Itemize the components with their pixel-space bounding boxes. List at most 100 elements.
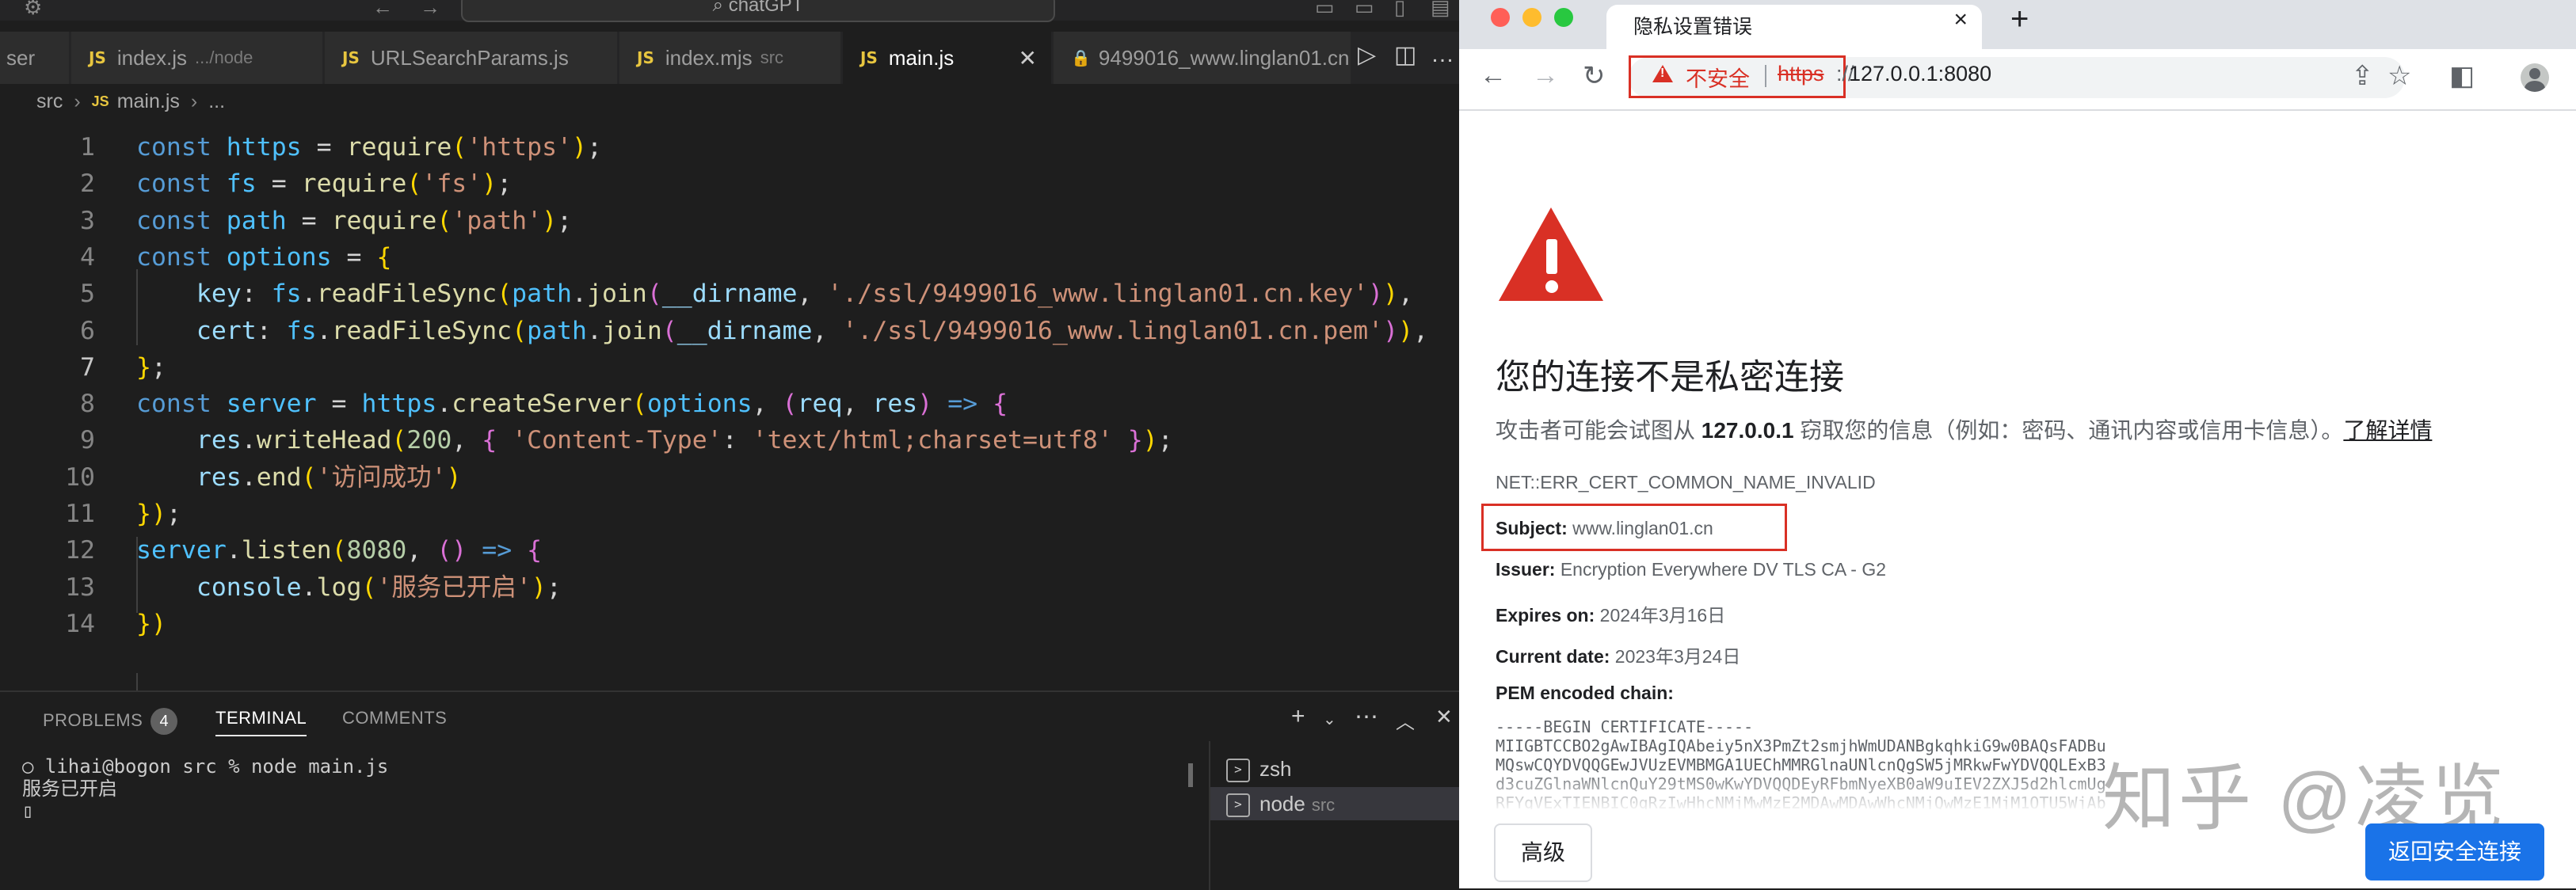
- terminal-line: 服务已开启: [22, 778, 388, 800]
- desc-prefix: 攻击者可能会试图从: [1496, 418, 1701, 443]
- code-editor[interactable]: 1const https = require('https');2const f…: [0, 119, 1459, 689]
- more-icon[interactable]: ⋯: [1355, 703, 1378, 731]
- code-line[interactable]: 7};: [0, 348, 1459, 386]
- learn-more-link[interactable]: 了解详情: [2343, 418, 2432, 443]
- code-line[interactable]: 1const https = require('https');: [0, 128, 1459, 166]
- cert-expires: Expires on: 2024年3月16日: [1496, 600, 1725, 627]
- breadcrumb: src › JS main.js › ...: [0, 84, 1459, 119]
- line-number: 2: [48, 165, 95, 203]
- panel-toggle-icon[interactable]: ▭: [1355, 0, 1374, 20]
- code-line[interactable]: 8const server = https.createServer(optio…: [0, 385, 1459, 423]
- tab-index-mjs[interactable]: JS index.mjs src: [619, 32, 841, 84]
- code-line[interactable]: 12server.listen(8080, () => {: [0, 531, 1459, 569]
- close-icon[interactable]: ×: [1953, 6, 1968, 33]
- editor-tab-bar: ser JS index.js .../node JS URLSearchPar…: [0, 32, 1459, 84]
- tab-description: src: [760, 48, 783, 68]
- tab-title: 隐私设置错误: [1633, 11, 1752, 40]
- code-line[interactable]: 11});: [0, 495, 1459, 533]
- chevron-down-icon[interactable]: ⌄: [1323, 709, 1336, 729]
- minimize-window-button[interactable]: [1522, 8, 1541, 27]
- terminal-item-node[interactable]: >nodesrc: [1210, 787, 1461, 820]
- desc-suffix: 窃取您的信息（例如：密码、通讯内容或信用卡信息）。: [1794, 418, 2344, 443]
- chevron-right-icon: ›: [191, 90, 197, 113]
- code-line[interactable]: 3const path = require('path');: [0, 202, 1459, 240]
- terminal-icon: >: [1226, 759, 1250, 782]
- cert-current-date: Current date: 2023年3月24日: [1496, 641, 1740, 668]
- code-line[interactable]: 2const fs = require('fs');: [0, 165, 1459, 203]
- close-icon[interactable]: ✕: [1019, 45, 1037, 71]
- code-line[interactable]: 5 key: fs.readFileSync(path.join(__dirna…: [0, 275, 1459, 313]
- close-panel-icon[interactable]: ✕: [1435, 705, 1453, 729]
- browser-tab[interactable]: 隐私设置错误 ×: [1606, 5, 1982, 49]
- url-host: 127.0.0.1:8080: [1849, 62, 1991, 86]
- command-center[interactable]: ⌕ chatGPT: [461, 0, 1055, 22]
- breadcrumb-folder[interactable]: src: [36, 90, 63, 113]
- add-terminal-icon[interactable]: +: [1291, 703, 1305, 730]
- new-tab-button[interactable]: +: [2010, 2, 2029, 37]
- code-text: server.listen(8080, () => {: [136, 531, 542, 569]
- code-line[interactable]: 4const options = {: [0, 238, 1459, 276]
- security-label[interactable]: 不安全: [1686, 62, 1750, 93]
- terminal-line: ○ lihai@bogon src % node main.js: [22, 755, 388, 778]
- code-line[interactable]: 6 cert: fs.readFileSync(path.join(__dirn…: [0, 312, 1459, 350]
- forward-icon[interactable]: →: [1532, 60, 1559, 91]
- tab-problems[interactable]: PROBLEMS 4: [43, 708, 177, 735]
- chrome-window: 隐私设置错误 × + ← → ↻ 不安全 https :// 127.0.0.1…: [1459, 0, 2576, 888]
- title-bar: ⚙ ← → ⌕ chatGPT ▭ ▭ ▯ ▤: [0, 0, 1459, 21]
- js-file-icon: JS: [89, 48, 106, 67]
- back-arrow-icon[interactable]: ←: [372, 0, 393, 20]
- tab-ser[interactable]: ser: [0, 32, 70, 84]
- profile-avatar[interactable]: [2521, 63, 2549, 92]
- tab-index-js[interactable]: JS index.js .../node: [71, 32, 323, 84]
- code-line[interactable]: 9 res.writeHead(200, { 'Content-Type': '…: [0, 421, 1459, 459]
- tab-certificate[interactable]: 🔒 9499016_www.linglan01.cn: [1054, 32, 1351, 84]
- problems-count-badge: 4: [151, 708, 177, 735]
- close-window-button[interactable]: [1491, 8, 1510, 27]
- js-file-icon: JS: [342, 48, 360, 67]
- bookmark-star-icon[interactable]: ☆: [2387, 60, 2411, 92]
- terminal-item-zsh[interactable]: > zsh: [1210, 752, 1461, 785]
- desc-host: 127.0.0.1: [1701, 418, 1794, 443]
- warning-icon[interactable]: [1652, 65, 1673, 82]
- code-text: };: [136, 348, 166, 386]
- terminal-label: node: [1259, 792, 1305, 816]
- error-description: 攻击者可能会试图从 127.0.0.1 窃取您的信息（例如：密码、通讯内容或信用…: [1496, 413, 2432, 445]
- share-icon[interactable]: ⇪: [2351, 60, 2374, 92]
- tab-main-js[interactable]: JS main.js ✕: [843, 32, 1052, 84]
- code-text: key: fs.readFileSync(path.join(__dirname…: [136, 275, 1413, 313]
- terminal-scrollbar[interactable]: [1188, 763, 1193, 787]
- zoom-window-button[interactable]: [1554, 8, 1573, 27]
- gear-icon[interactable]: ⚙: [24, 0, 42, 20]
- layout-icon[interactable]: ▭: [1315, 0, 1335, 20]
- browser-toolbar: ← → ↻ 不安全 https :// 127.0.0.1:8080 ⇪ ☆ ◧: [1459, 49, 2576, 111]
- terminal-output[interactable]: ○ lihai@bogon src % node main.js服务已开启▯: [22, 755, 388, 822]
- advanced-button[interactable]: 高级: [1494, 823, 1592, 882]
- sidebar-toggle-icon[interactable]: ▯: [1394, 0, 1405, 20]
- tab-urlsearchparams-js[interactable]: JS URLSearchParams.js: [325, 32, 618, 84]
- side-panel-icon[interactable]: ◧: [2449, 60, 2475, 92]
- warning-triangle-icon-mark: [1546, 239, 1557, 274]
- run-icon[interactable]: ▷: [1358, 41, 1376, 69]
- reload-icon[interactable]: ↻: [1583, 60, 1606, 92]
- maximize-panel-icon[interactable]: ︿: [1396, 706, 1415, 734]
- code-line[interactable]: 14}): [0, 605, 1459, 643]
- code-line[interactable]: 10 res.end('访问成功'): [0, 458, 1459, 496]
- back-to-safety-button[interactable]: 返回安全连接: [2365, 823, 2544, 880]
- tab-comments[interactable]: COMMENTS: [342, 708, 447, 728]
- code-line[interactable]: 13 console.log('服务已开启');: [0, 569, 1459, 607]
- line-number: 4: [48, 238, 95, 276]
- split-editor-icon[interactable]: ◫: [1394, 41, 1416, 69]
- more-actions-icon[interactable]: …: [1431, 41, 1454, 68]
- line-number: 5: [48, 275, 95, 313]
- code-text: console.log('服务已开启');: [136, 569, 562, 607]
- back-icon[interactable]: ←: [1480, 60, 1507, 91]
- breadcrumb-symbol[interactable]: ...: [208, 90, 225, 113]
- tab-terminal[interactable]: TERMINAL: [215, 708, 307, 736]
- layout-customize-icon[interactable]: ▤: [1431, 0, 1450, 20]
- forward-arrow-icon[interactable]: →: [420, 0, 440, 20]
- breadcrumb-file[interactable]: main.js: [117, 90, 180, 113]
- terminal-list: > zsh >nodesrc: [1209, 741, 1461, 890]
- tab-label: PROBLEMS: [43, 710, 143, 730]
- divider: [1765, 65, 1766, 87]
- terminal-label: zsh: [1259, 757, 1291, 781]
